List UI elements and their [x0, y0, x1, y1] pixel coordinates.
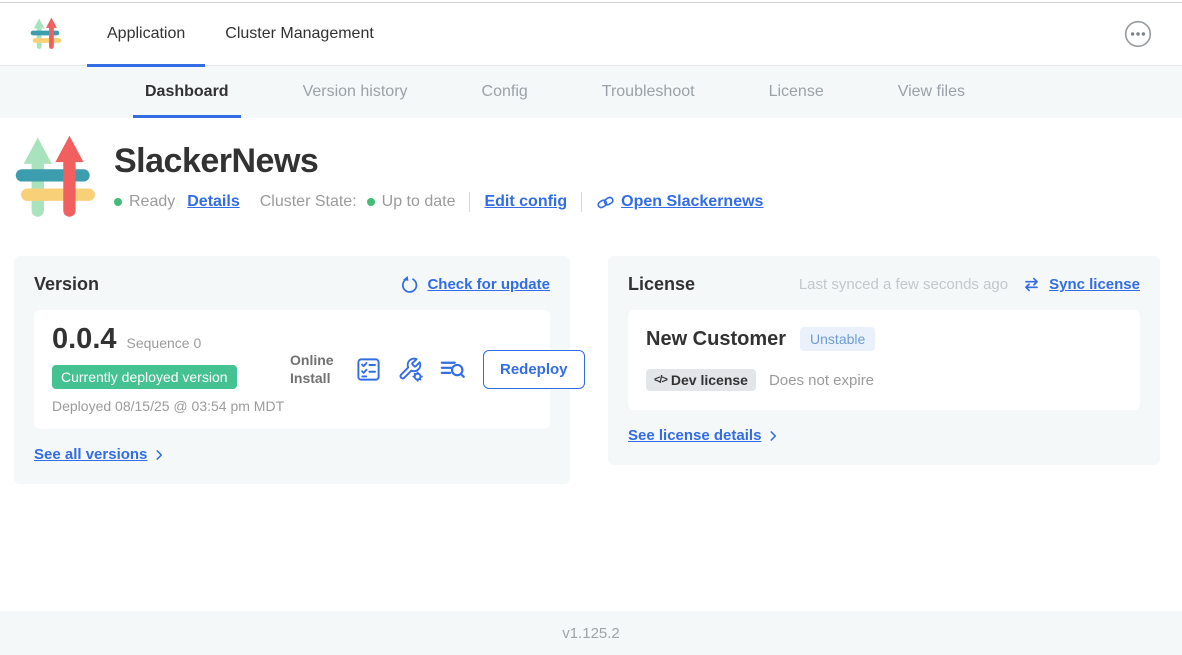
edit-config-link[interactable]: Edit config: [484, 193, 567, 211]
cluster-state-label: Cluster State:: [260, 193, 357, 211]
license-type-label: Dev license: [671, 372, 748, 388]
customer-name: New Customer: [646, 328, 786, 351]
console-version: v1.125.2: [562, 625, 620, 642]
deployed-status-badge: Currently deployed version: [52, 365, 237, 389]
subnav-version-history-label: Version history: [303, 83, 408, 101]
view-logs-icon[interactable]: [439, 356, 466, 383]
tab-cluster-management[interactable]: Cluster Management: [205, 3, 394, 66]
top-navbar: Application Cluster Management: [0, 3, 1182, 66]
sync-license-link[interactable]: Sync license: [1049, 276, 1140, 293]
subnav-license-label: License: [769, 83, 824, 101]
license-details-panel: New Customer Unstable </> Dev license Do…: [628, 310, 1140, 410]
license-expiry: Does not expire: [769, 372, 874, 389]
version-action-icons: [355, 356, 466, 383]
app-status-row: Ready Details Cluster State: Up to date …: [114, 192, 763, 212]
install-type-label: Online Install: [290, 352, 338, 387]
see-license-details[interactable]: See license details: [628, 427, 780, 444]
license-card: License Last synced a few seconds ago Sy…: [608, 256, 1160, 465]
wrench-gear-icon[interactable]: [397, 356, 424, 383]
license-type-badge: </> Dev license: [646, 369, 756, 391]
swap-arrows-icon: [1022, 275, 1041, 294]
divider: [581, 192, 582, 212]
subnav-tab-view-files[interactable]: View files: [886, 66, 977, 118]
subnav-tab-config[interactable]: Config: [470, 66, 540, 118]
tab-application-label: Application: [107, 25, 185, 43]
tab-application[interactable]: Application: [87, 3, 205, 66]
version-sequence: Sequence 0: [127, 335, 202, 351]
primary-tabs: Application Cluster Management: [87, 3, 394, 66]
cluster-state-value: Up to date: [382, 193, 456, 211]
subnav-tab-dashboard[interactable]: Dashboard: [133, 66, 241, 118]
page-title: SlackerNews: [114, 142, 763, 181]
license-last-synced: Last synced a few seconds ago: [799, 276, 1008, 293]
subnav-tab-version-history[interactable]: Version history: [291, 66, 420, 118]
app-subnav: Dashboard Version history Config Trouble…: [0, 66, 1182, 118]
channel-badge: Unstable: [800, 327, 875, 351]
check-for-update-link[interactable]: Check for update: [427, 276, 550, 293]
see-all-versions[interactable]: See all versions: [34, 446, 166, 463]
status-details-link[interactable]: Details: [187, 193, 239, 211]
footer: v1.125.2: [0, 611, 1182, 655]
license-card-title: License: [628, 274, 695, 295]
overflow-menu-icon[interactable]: [1124, 20, 1152, 48]
cluster-state-dot: [367, 198, 375, 206]
app-status-label: Ready: [129, 193, 175, 211]
app-header: SlackerNews Ready Details Cluster State:…: [14, 134, 1170, 222]
app-ready-status-dot: [114, 198, 122, 206]
current-version-panel: 0.0.4 Sequence 0 Currently deployed vers…: [34, 310, 550, 429]
subnav-tab-troubleshoot[interactable]: Troubleshoot: [590, 66, 707, 118]
subnav-tab-license[interactable]: License: [757, 66, 836, 118]
preflight-checklist-icon[interactable]: [355, 356, 382, 383]
see-all-versions-link[interactable]: See all versions: [34, 446, 147, 463]
divider: [469, 192, 470, 212]
chain-link-icon: [596, 193, 615, 212]
code-brackets-icon: </>: [654, 374, 667, 386]
dashboard-cards: Version Check for update 0.0.4 Sequ: [14, 256, 1170, 484]
chevron-right-icon: [766, 429, 780, 443]
dashboard-main: SlackerNews Ready Details Cluster State:…: [0, 118, 1182, 611]
see-license-details-link[interactable]: See license details: [628, 427, 761, 444]
slackernews-app-logo: [14, 134, 102, 222]
version-card: Version Check for update 0.0.4 Sequ: [14, 256, 570, 484]
subnav-config-label: Config: [482, 83, 528, 101]
chevron-right-icon: [152, 448, 166, 462]
redeploy-button[interactable]: Redeploy: [483, 350, 585, 389]
version-number: 0.0.4: [52, 324, 117, 356]
subnav-view-files-label: View files: [898, 83, 965, 101]
slackernews-logo-icon[interactable]: [30, 15, 64, 53]
subnav-troubleshoot-label: Troubleshoot: [602, 83, 695, 101]
subnav-dashboard-label: Dashboard: [145, 83, 229, 101]
tab-cluster-management-label: Cluster Management: [225, 25, 374, 43]
version-card-title: Version: [34, 274, 99, 295]
open-app-link[interactable]: Open Slackernews: [621, 193, 763, 211]
deployed-timestamp: Deployed 08/15/25 @ 03:54 pm MDT: [52, 397, 290, 415]
refresh-icon: [400, 275, 419, 294]
